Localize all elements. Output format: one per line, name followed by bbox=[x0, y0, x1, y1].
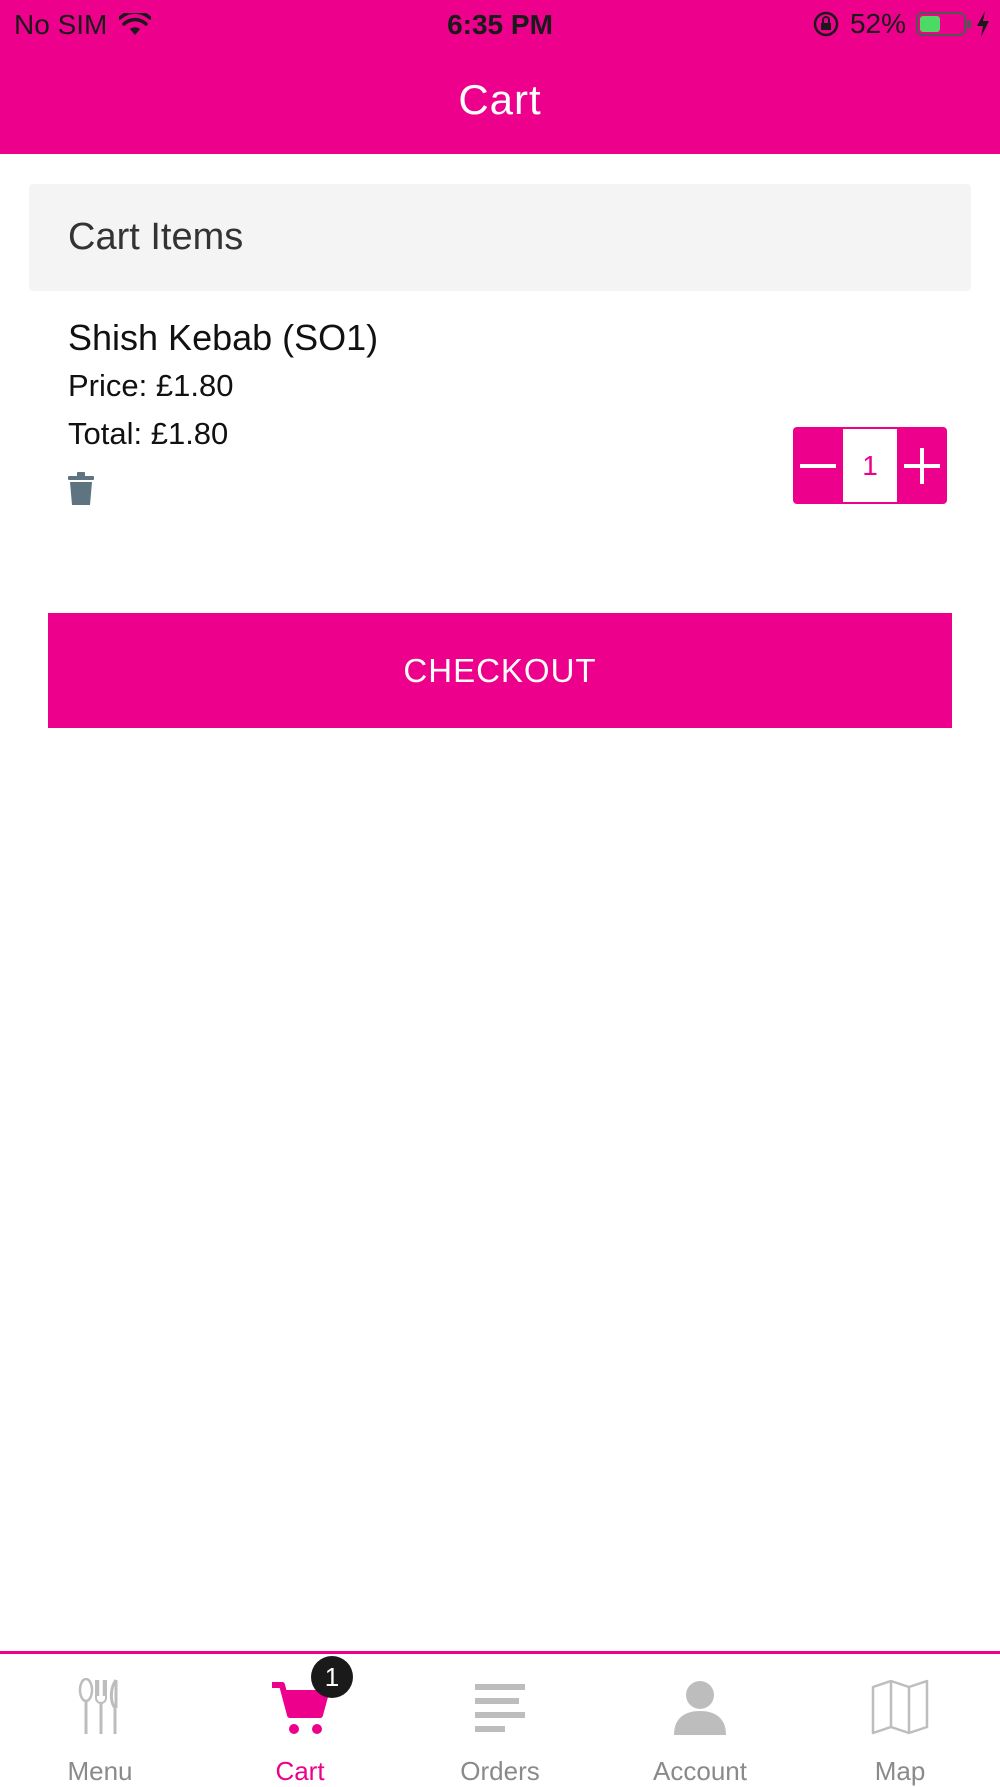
tab-cart[interactable]: Cart bbox=[200, 1654, 400, 1786]
tab-menu[interactable]: Menu bbox=[0, 1654, 200, 1786]
tab-map[interactable]: Map bbox=[800, 1654, 1000, 1786]
fork-knife-icon bbox=[78, 1678, 118, 1734]
status-bar: No SIM 6:35 PM 52% bbox=[0, 0, 1000, 50]
item-name: Shish Kebab (SO1) bbox=[68, 317, 379, 358]
cart-count-badge: 1 bbox=[311, 1656, 353, 1698]
nav-bar: Cart bbox=[0, 50, 1000, 154]
tab-account-label: Account bbox=[653, 1756, 747, 1786]
person-icon bbox=[674, 1681, 726, 1735]
quantity-stepper: 1 bbox=[793, 427, 947, 504]
battery-fill bbox=[920, 16, 940, 32]
item-total: Total: £1.80 bbox=[68, 416, 229, 451]
rotation-lock-icon bbox=[813, 11, 839, 37]
lines-icon bbox=[475, 1684, 525, 1732]
tab-map-label: Map bbox=[874, 1756, 926, 1786]
trash-icon[interactable] bbox=[67, 472, 95, 506]
battery-icon bbox=[916, 12, 971, 36]
quantity-value: 1 bbox=[843, 429, 897, 502]
plus-icon bbox=[904, 447, 940, 484]
item-price: Price: £1.80 bbox=[68, 368, 234, 403]
status-right: 52% bbox=[812, 8, 990, 40]
tab-orders[interactable]: Orders bbox=[400, 1654, 600, 1786]
tab-bar: Menu Cart Orders Account Map bbox=[0, 1651, 1000, 1786]
minus-icon bbox=[800, 463, 836, 468]
cart-items-header: Cart Items bbox=[29, 184, 971, 291]
tab-cart-label: Cart bbox=[275, 1756, 325, 1786]
checkout-button[interactable]: CHECKOUT bbox=[48, 613, 952, 728]
battery-percent: 52% bbox=[849, 8, 906, 39]
page-title: Cart bbox=[458, 76, 542, 123]
tab-menu-label: Menu bbox=[67, 1756, 133, 1786]
cart-items-title: Cart Items bbox=[68, 216, 244, 258]
tab-account[interactable]: Account bbox=[600, 1654, 800, 1786]
map-icon bbox=[871, 1679, 929, 1735]
tab-orders-label: Orders bbox=[460, 1756, 540, 1786]
decrement-button[interactable] bbox=[793, 427, 843, 504]
charging-bolt-icon bbox=[977, 11, 989, 37]
increment-button[interactable] bbox=[897, 427, 947, 504]
